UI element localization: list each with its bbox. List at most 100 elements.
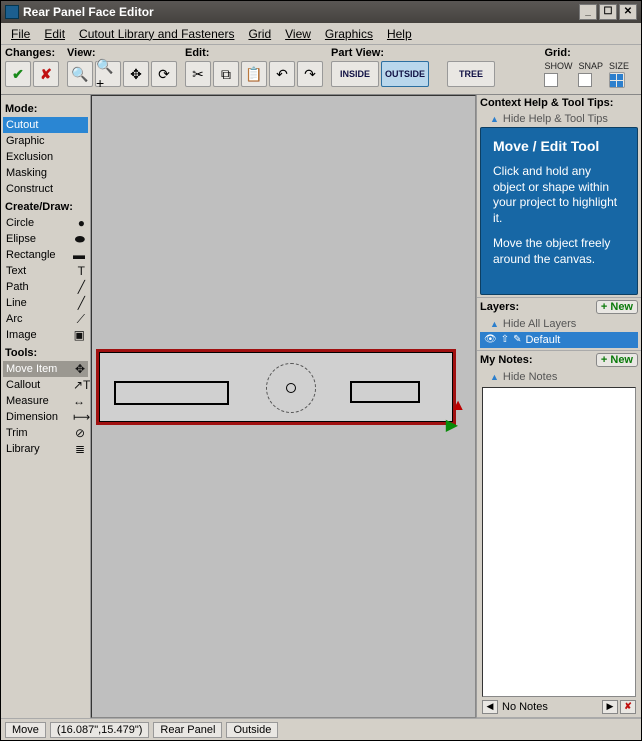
window-title: Rear Panel Face Editor: [23, 5, 154, 19]
mode-construct[interactable]: Construct: [3, 181, 88, 197]
help-title: Move / Edit Tool: [493, 138, 625, 154]
tree-button[interactable]: TREE: [447, 61, 495, 87]
menu-view[interactable]: View: [279, 25, 317, 43]
layer-visibility-icon[interactable]: 👁: [484, 334, 497, 345]
mode-masking[interactable]: Masking: [3, 165, 88, 181]
group-edit: Edit: ✂ ⧉ 📋 ↶ ↷: [185, 47, 323, 87]
menu-cutout-library[interactable]: Cutout Library and Fasteners: [73, 25, 240, 43]
title-bar: Rear Panel Face Editor _ ☐ ✕: [1, 1, 641, 23]
menu-help[interactable]: Help: [381, 25, 418, 43]
zoom-in-button[interactable]: 🔍+: [95, 61, 121, 87]
note-delete-button[interactable]: ✘: [620, 700, 636, 714]
grid-size-button[interactable]: [609, 72, 625, 88]
paste-button[interactable]: 📋: [241, 61, 267, 87]
line-icon: ╱: [73, 296, 85, 310]
hide-help-toggle[interactable]: Hide Help & Tool Tips: [480, 111, 638, 127]
draw-rectangle[interactable]: Rectangle▬: [3, 247, 88, 263]
tool-callout[interactable]: Callout↗T: [3, 377, 88, 393]
move-icon: ✥: [73, 362, 85, 376]
rear-panel-part[interactable]: ▲ ▶: [98, 351, 454, 423]
menu-grid[interactable]: Grid: [242, 25, 277, 43]
inside-button[interactable]: INSIDE: [331, 61, 379, 87]
edit-label: Edit:: [185, 47, 323, 59]
new-note-button[interactable]: + New: [596, 353, 638, 367]
tool-trim[interactable]: Trim⊘: [3, 425, 88, 441]
tool-measure[interactable]: Measure↔: [3, 393, 88, 409]
toolbar: Changes: ✔ ✘ View: 🔍 🔍+ ✥ ⟳ Edit: ✂ ⧉ 📋 …: [1, 45, 641, 95]
draw-elipse[interactable]: Elipse⬬: [3, 231, 88, 247]
cutout-rect-left[interactable]: [114, 381, 229, 405]
axis-x-arrow-icon: ▲: [450, 397, 466, 415]
draw-circle[interactable]: Circle●: [3, 215, 88, 231]
help-p1: Click and hold any object or shape withi…: [493, 164, 625, 226]
hide-notes-toggle[interactable]: Hide Notes: [480, 369, 638, 385]
accept-button[interactable]: ✔: [5, 61, 31, 87]
tool-move-item[interactable]: Move Item✥: [3, 361, 88, 377]
notes-nav: ◀ No Notes ▶ ✘: [480, 699, 638, 715]
menu-bar: File Edit Cutout Library and Fasteners G…: [1, 23, 641, 45]
zoom-out-button[interactable]: 🔍: [67, 61, 93, 87]
draw-text[interactable]: TextT: [3, 263, 88, 279]
cutout-rect-right[interactable]: [350, 381, 420, 403]
grid-snap-toggle[interactable]: [578, 73, 592, 87]
pan-button[interactable]: ✥: [123, 61, 149, 87]
mode-cutout[interactable]: Cutout: [3, 117, 88, 133]
part-view-label: Part View:: [331, 47, 495, 59]
status-coords: (16.087",15.479"): [50, 722, 149, 738]
redo-button[interactable]: ↷: [297, 61, 323, 87]
grid-show-toggle[interactable]: [544, 73, 558, 87]
fan-cutout-icon[interactable]: [266, 363, 316, 413]
tool-library[interactable]: Library≣: [3, 441, 88, 457]
canvas[interactable]: ▲ ▶: [91, 95, 476, 718]
app-window: Rear Panel Face Editor _ ☐ ✕ File Edit C…: [0, 0, 642, 741]
group-view: View: 🔍 🔍+ ✥ ⟳: [67, 47, 177, 87]
tool-dimension[interactable]: Dimension⟼: [3, 409, 88, 425]
mode-graphic[interactable]: Graphic: [3, 133, 88, 149]
changes-label: Changes:: [5, 47, 59, 59]
layer-edit-icon[interactable]: ✎: [513, 334, 521, 345]
grid-show-label: SHOW: [544, 61, 572, 71]
layer-name: Default: [525, 334, 560, 346]
create-heading: Create/Draw:: [5, 201, 88, 213]
layer-lock-icon[interactable]: ⇧: [501, 334, 509, 345]
new-layer-button[interactable]: + New: [596, 300, 638, 314]
measure-icon: ↔: [73, 394, 85, 408]
undo-button[interactable]: ↶: [269, 61, 295, 87]
image-icon: ▣: [73, 328, 85, 342]
group-part-view: Part View: INSIDE OUTSIDE TREE: [331, 47, 495, 87]
group-grid: Grid: SHOW SNAP SIZE: [544, 47, 629, 88]
close-button[interactable]: ✕: [619, 4, 637, 20]
notes-heading: My Notes:: [480, 354, 596, 366]
outside-button[interactable]: OUTSIDE: [381, 61, 429, 87]
copy-button[interactable]: ⧉: [213, 61, 239, 87]
text-icon: T: [73, 264, 85, 278]
hide-layers-toggle[interactable]: Hide All Layers: [480, 316, 638, 332]
notes-textarea[interactable]: [482, 387, 636, 697]
layer-default[interactable]: 👁 ⇧ ✎ Default: [480, 332, 638, 348]
draw-line[interactable]: Line╱: [3, 295, 88, 311]
app-icon: [5, 5, 19, 19]
draw-image[interactable]: Image▣: [3, 327, 88, 343]
reject-button[interactable]: ✘: [33, 61, 59, 87]
draw-path[interactable]: Path╱: [3, 279, 88, 295]
circle-icon: ●: [73, 216, 85, 230]
refresh-button[interactable]: ⟳: [151, 61, 177, 87]
menu-graphics[interactable]: Graphics: [319, 25, 379, 43]
note-next-button[interactable]: ▶: [602, 700, 618, 714]
cut-button[interactable]: ✂: [185, 61, 211, 87]
callout-icon: ↗T: [73, 378, 85, 392]
draw-arc[interactable]: Arc⟋: [3, 311, 88, 327]
axis-y-arrow-icon: ▶: [446, 415, 458, 435]
note-prev-button[interactable]: ◀: [482, 700, 498, 714]
note-status: No Notes: [500, 701, 600, 713]
arc-icon: ⟋: [73, 312, 85, 327]
menu-file[interactable]: File: [5, 25, 36, 43]
minimize-button[interactable]: _: [579, 4, 597, 20]
help-p2: Move the object freely around the canvas…: [493, 236, 625, 267]
dimension-icon: ⟼: [73, 410, 85, 424]
mode-exclusion[interactable]: Exclusion: [3, 149, 88, 165]
layers-heading: Layers:: [480, 301, 596, 313]
help-box: Move / Edit Tool Click and hold any obje…: [480, 127, 638, 295]
maximize-button[interactable]: ☐: [599, 4, 617, 20]
menu-edit[interactable]: Edit: [38, 25, 71, 43]
